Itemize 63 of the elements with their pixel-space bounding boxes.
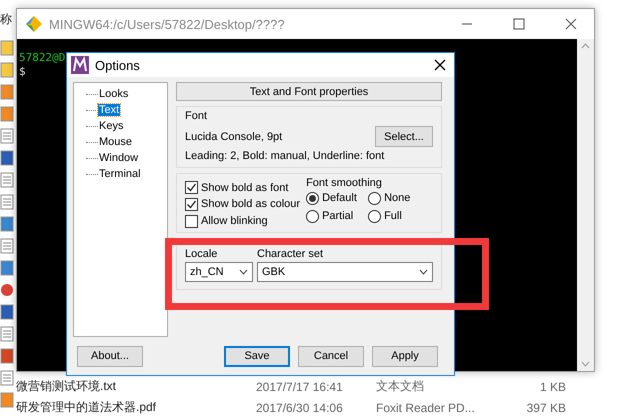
window-title: MINGW64:/c/Users/57822/Desktop/????	[49, 16, 286, 32]
file-size: 397 KB	[526, 400, 566, 414]
field-label: Locale	[185, 248, 218, 260]
tree-item[interactable]: Terminal	[98, 168, 142, 180]
font-name: Lucida Console, 9pt	[185, 130, 282, 143]
chevron-down-icon	[239, 269, 248, 276]
file-size: 1 KB	[538, 380, 566, 394]
file-type: 文本文档	[376, 378, 425, 395]
radio-label: Default	[322, 192, 357, 204]
tree-item[interactable]: Keys	[98, 120, 124, 132]
tree-item[interactable]: Text	[98, 104, 120, 116]
file-icon	[0, 304, 14, 320]
file-type: Foxit Reader PD...	[376, 400, 476, 414]
charset-dropdown[interactable]: GBK	[257, 262, 433, 282]
dialog-title: Options	[95, 58, 141, 73]
app-logo-icon	[71, 56, 89, 74]
diamond-logo-icon	[25, 15, 43, 33]
font-details: Leading: 2, Bold: manual, Underline: font	[185, 150, 386, 162]
close-icon[interactable]	[434, 59, 446, 72]
checkbox-label: Allow blinking	[201, 215, 268, 228]
group-title: Font	[185, 110, 208, 122]
file-icon	[0, 260, 14, 276]
file-icon	[0, 150, 14, 166]
file-icon	[0, 106, 14, 122]
field-label: Character set	[257, 248, 324, 260]
file-icon	[0, 216, 14, 232]
tree-item[interactable]: Looks	[98, 88, 130, 100]
group-title: Font smoothing	[306, 177, 383, 190]
radio-label: Partial	[322, 210, 354, 222]
select-font-button[interactable]: Select...	[375, 126, 433, 148]
save-button[interactable]: Save	[224, 346, 290, 367]
prompt-text: 57822@D	[19, 51, 66, 64]
file-icon	[0, 84, 14, 100]
file-name[interactable]: 研发管理中的道法术器.pdf	[16, 399, 256, 416]
radio-label: Full	[384, 210, 402, 222]
radio-button[interactable]	[368, 192, 382, 205]
file-icon	[0, 348, 14, 364]
file-icon	[0, 392, 14, 408]
radio-button[interactable]	[306, 192, 320, 205]
terminal-text: $	[19, 65, 26, 78]
section-header: Text and Font properties	[176, 82, 442, 102]
tree-item[interactable]: Mouse	[98, 136, 134, 148]
checkbox-label: Show bold as font	[201, 182, 288, 194]
chevron-down-icon	[419, 269, 428, 276]
dialog-button[interactable]: Apply	[372, 346, 438, 367]
checkbox[interactable]	[185, 214, 198, 228]
file-icon	[0, 282, 14, 298]
checkbox[interactable]	[185, 198, 198, 211]
checkbox-label: Show bold as colour	[201, 198, 300, 210]
folder-icon	[0, 40, 14, 56]
dialog-button[interactable]: Cancel	[298, 346, 364, 367]
tree-item[interactable]: Window	[98, 152, 140, 164]
file-date: 2017/7/17 16:41	[256, 380, 344, 394]
radio-label: None	[384, 192, 410, 204]
about-button[interactable]: About...	[77, 346, 143, 367]
radio-button[interactable]	[368, 210, 382, 223]
folder-icon	[0, 62, 14, 78]
checkbox[interactable]	[185, 181, 198, 194]
file-name[interactable]: 微营销测试环境.txt	[16, 378, 256, 395]
radio-button[interactable]	[306, 210, 320, 223]
file-date: 2017/6/30 14:06	[256, 400, 344, 414]
locale-dropdown[interactable]: zh_CN	[185, 262, 253, 282]
column-header[interactable]: 称	[0, 11, 12, 28]
